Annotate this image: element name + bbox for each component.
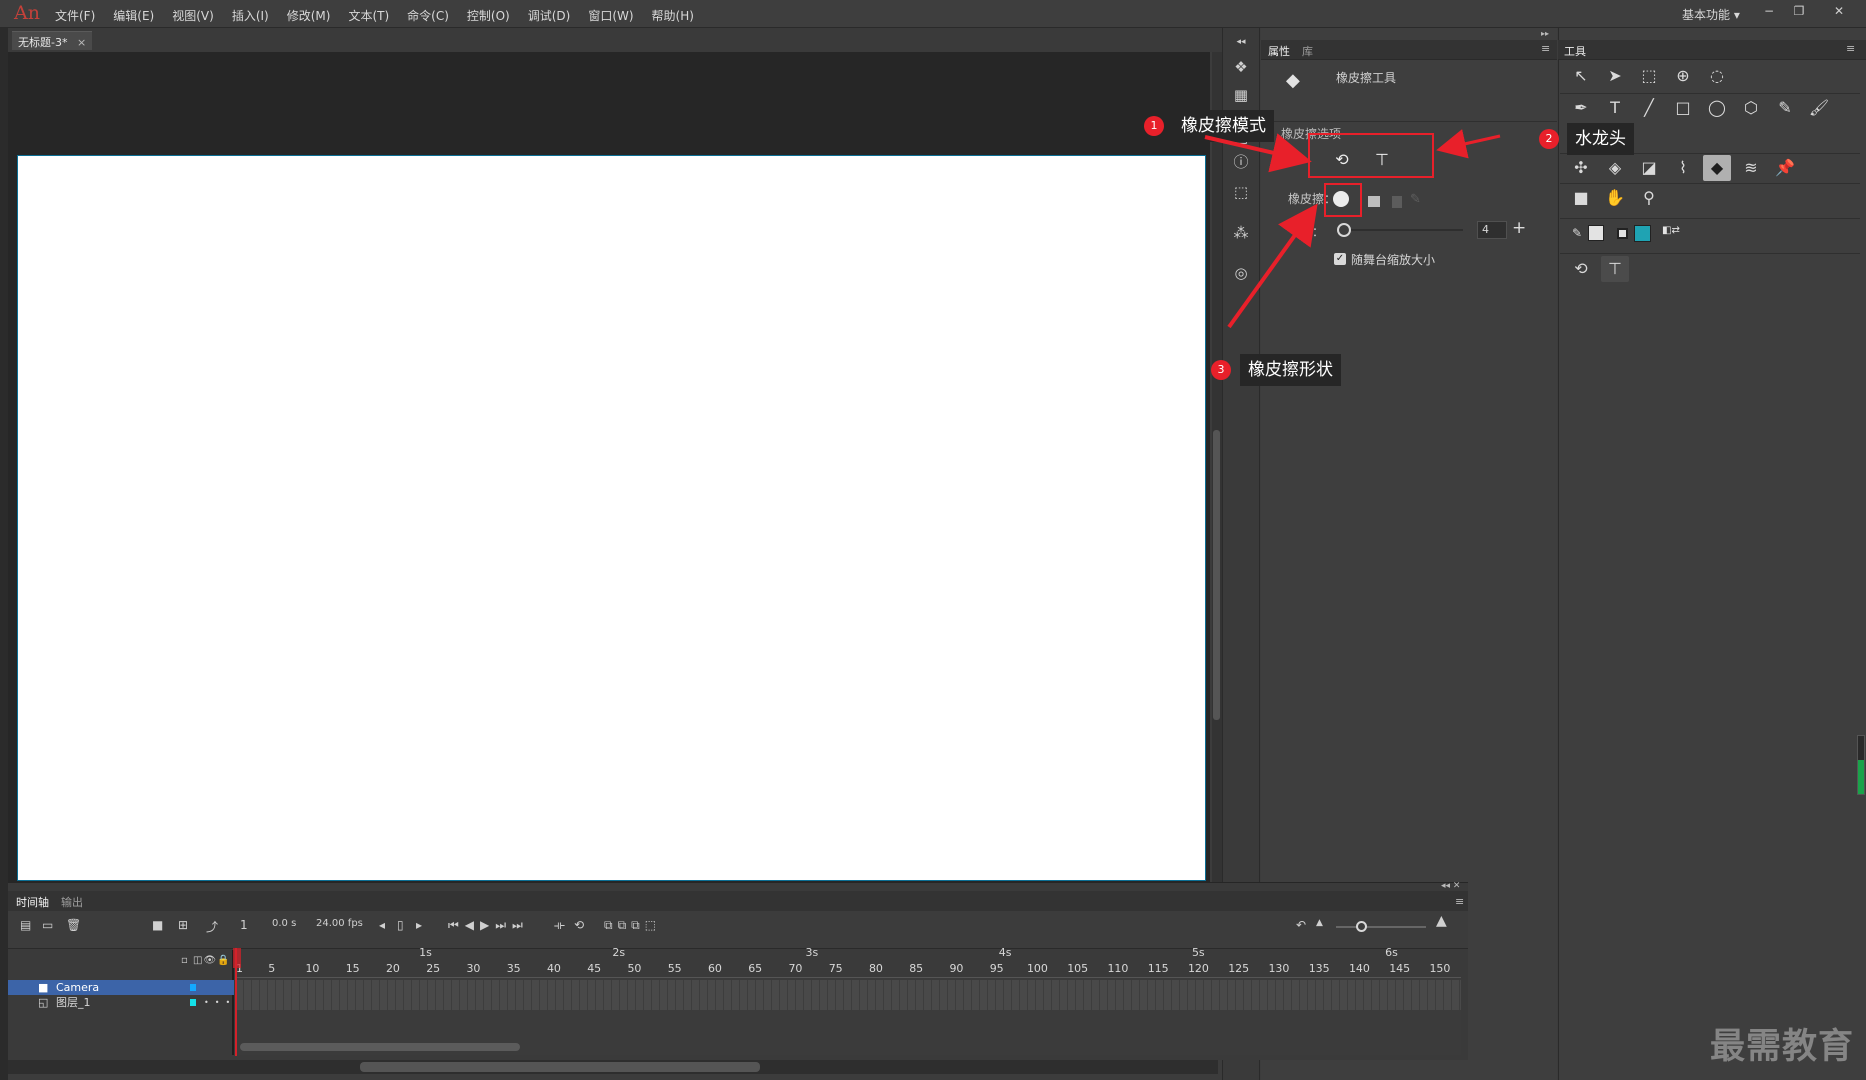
next-keyframe-icon[interactable]: ▸	[416, 918, 422, 932]
panel-menu-icon[interactable]: ≡	[1455, 895, 1464, 908]
frame-number-label: 45	[587, 962, 602, 975]
timeline-zoom-track[interactable]	[1336, 926, 1426, 928]
frame-number-label: 10	[305, 962, 320, 975]
current-time-field[interactable]: 0.0 s	[272, 918, 296, 929]
layer-state-dots: •••	[204, 998, 237, 1007]
layer-color-chip	[190, 984, 196, 991]
tab-timeline[interactable]: 时间轴	[16, 894, 49, 910]
timeline-zoom-handle[interactable]	[1356, 921, 1367, 932]
graph-icon[interactable]: ⤴	[206, 918, 218, 935]
frame-number-label: 95	[989, 962, 1004, 975]
keyframe-icon[interactable]: ▯	[397, 918, 404, 932]
second-marker-label: 2s	[612, 946, 626, 959]
frame-number-label: 20	[385, 962, 400, 975]
frame-number-label: 100	[1026, 962, 1048, 975]
frame-number-label: 120	[1187, 962, 1209, 975]
layer-name: Camera	[56, 981, 100, 994]
frame-number-label: 35	[506, 962, 521, 975]
layer-name: 图层_1	[56, 996, 91, 1009]
frame-number-label: 110	[1107, 962, 1129, 975]
layer-icon: ◱	[38, 996, 49, 1009]
frame-number-label: 140	[1348, 962, 1370, 975]
onion-skin-icons[interactable]: ⧉⧉⧉⬚	[604, 918, 661, 933]
zoom-out-icon[interactable]: ▲	[1316, 918, 1323, 928]
collapse-arrows-icon[interactable]: ◂◂ ✕	[1441, 881, 1460, 891]
second-marker-label: 4s	[998, 946, 1012, 959]
frame-number-label: 40	[546, 962, 561, 975]
frames-row-layer-1[interactable]	[236, 995, 1461, 1010]
playback-controls[interactable]: ⏮◀▶⏭⏭	[448, 918, 529, 933]
layer-toggle-icons[interactable]: ▫ ◫👁🔒	[181, 955, 231, 966]
second-marker-label: 1s	[419, 946, 432, 959]
camera-icon[interactable]: ■	[152, 918, 163, 932]
folder-icon[interactable]: ▭	[42, 918, 53, 932]
current-frame-field[interactable]: 1	[240, 918, 248, 932]
frame-number-label: 115	[1147, 962, 1169, 975]
stage-horizontal-thumb[interactable]	[360, 1062, 760, 1072]
frame-number-label: 65	[748, 962, 763, 975]
frame-number-label: 135	[1308, 962, 1330, 975]
frame-number-label: 5	[268, 962, 276, 975]
frame-number-label: 50	[627, 962, 642, 975]
playhead[interactable]	[235, 948, 243, 1056]
frame-number-label: 55	[667, 962, 682, 975]
frame-number-label: 130	[1268, 962, 1290, 975]
timeline-toolbar	[8, 911, 1468, 949]
frame-number-label: 90	[949, 962, 964, 975]
frame-number-label: 70	[788, 962, 803, 975]
frame-number-label: 30	[466, 962, 481, 975]
zoom-in-icon[interactable]: ▲	[1436, 913, 1447, 929]
new-layer-icon[interactable]: ▤	[20, 918, 31, 932]
frame-number-label: 125	[1228, 962, 1250, 975]
layer-row[interactable]: ■ Camera	[8, 980, 234, 995]
second-marker-label: 5s	[1191, 946, 1205, 959]
undo-icon[interactable]: ↶	[1296, 918, 1306, 932]
frame-number-label: 60	[707, 962, 722, 975]
layer-depth-icon[interactable]: ⊞	[178, 918, 188, 932]
camera-layer-icon: ■	[38, 981, 49, 994]
arrow-to-faucet	[1436, 129, 1501, 159]
second-marker-label: 3s	[805, 946, 819, 959]
frame-number-label: 15	[345, 962, 360, 975]
timeline-tab-bar	[8, 891, 1468, 911]
frame-number-label: 145	[1389, 962, 1411, 975]
previous-keyframe-icon[interactable]: ◂	[379, 918, 385, 932]
layer-color-chip	[190, 999, 196, 1006]
frames-row-camera[interactable]	[236, 980, 1461, 995]
loop-icon[interactable]: ⟲	[574, 918, 584, 932]
arrow-to-eraser-mode	[1204, 133, 1312, 173]
frame-number-label: 85	[909, 962, 924, 975]
frame-number-label: 75	[828, 962, 843, 975]
fps-field[interactable]: 24.00 fps	[316, 918, 363, 929]
frame-number-label: 150	[1429, 962, 1451, 975]
second-marker-label: 6s	[1385, 946, 1398, 959]
frame-number-label: 80	[868, 962, 883, 975]
layer-row[interactable]: ◱ 图层_1 •••	[8, 995, 234, 1010]
tab-output[interactable]: 输出	[61, 894, 83, 910]
center-frame-icon[interactable]: ⟛	[554, 918, 565, 933]
trash-icon[interactable]: 🗑	[66, 918, 81, 932]
frame-number-label: 105	[1067, 962, 1089, 975]
timeline-scrollbar[interactable]	[240, 1043, 520, 1051]
watermark: 最需教育	[1710, 1027, 1855, 1067]
frame-number-label: 25	[426, 962, 441, 975]
arrow-to-eraser-shape	[1227, 203, 1318, 329]
